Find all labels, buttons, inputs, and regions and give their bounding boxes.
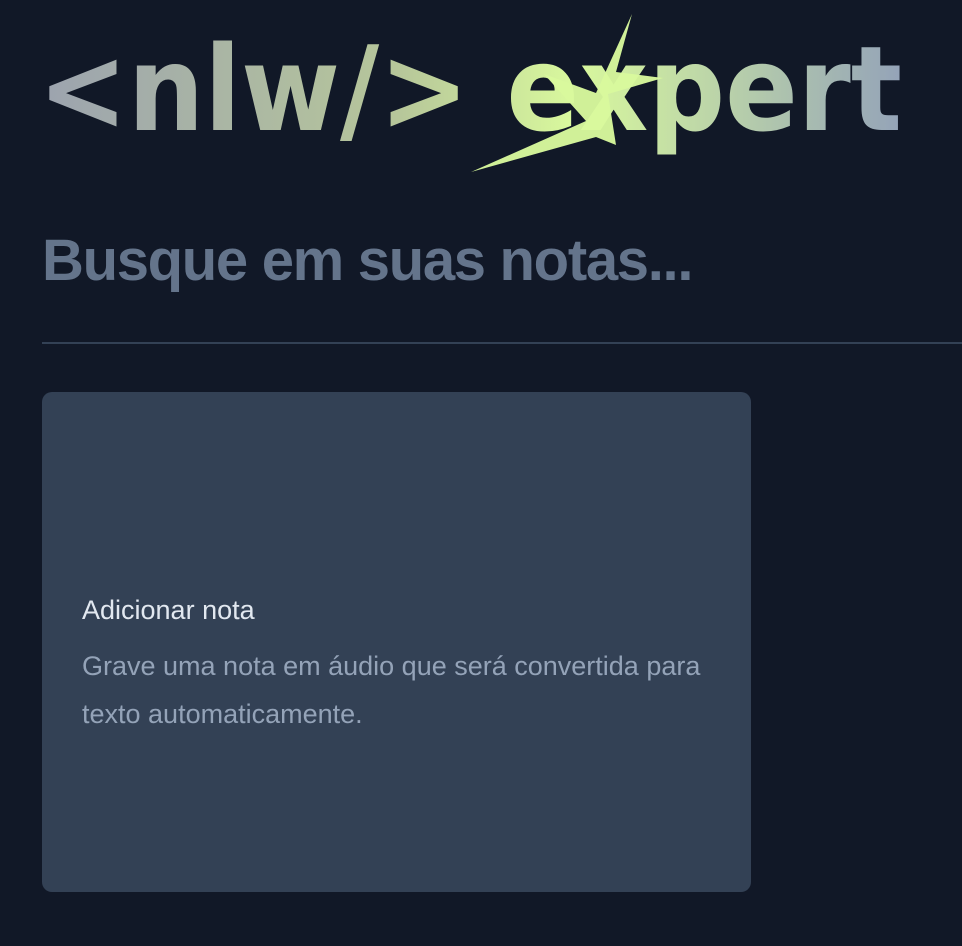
add-note-description: Grave uma nota em áudio que será convert…: [82, 650, 701, 729]
search-section: [42, 220, 962, 344]
nlw-expert-logo: <nlw/> expert: [38, 14, 902, 172]
search-input[interactable]: [42, 220, 942, 302]
search-divider: [42, 342, 962, 344]
notes-app-page: <nlw/> expert Adicionar nota Grave uma n…: [0, 0, 962, 946]
add-note-title: Adicionar nota: [82, 594, 255, 625]
logo-text: <nlw/> expert: [38, 20, 902, 158]
add-note-card[interactable]: Adicionar nota Grave uma nota em áudio q…: [42, 392, 751, 892]
app-logo: <nlw/> expert: [38, 10, 908, 182]
